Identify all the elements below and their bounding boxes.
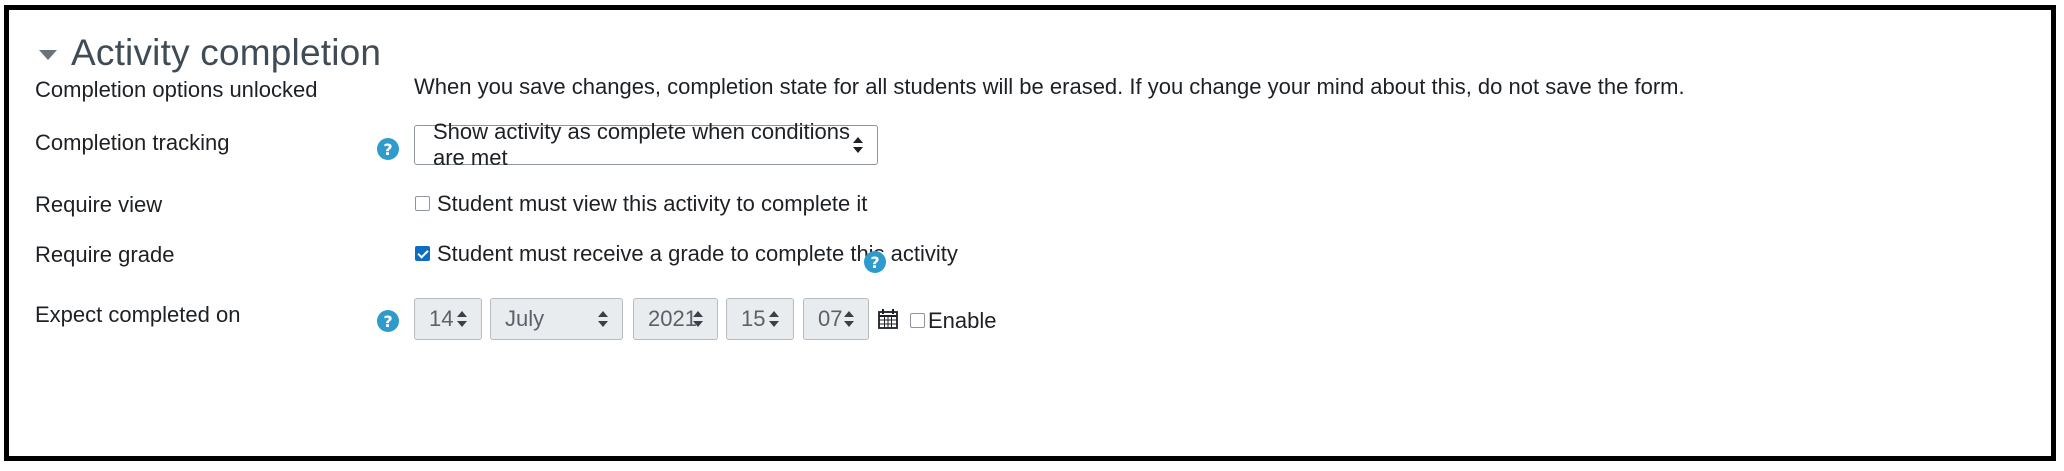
day-value: 14	[429, 306, 454, 331]
year-value: 2021	[648, 306, 697, 331]
select-arrows-icon	[693, 311, 703, 327]
completion-tracking-label: Completion tracking	[35, 130, 230, 155]
completion-tracking-select[interactable]: Show activity as complete when condition…	[414, 119, 878, 170]
completion-tracking-value: Show activity as complete when condition…	[433, 119, 850, 170]
require-view-checkbox-label[interactable]: Student must view this activity to compl…	[437, 191, 867, 217]
select-arrows-icon	[598, 311, 608, 327]
calendar-icon[interactable]	[877, 308, 899, 330]
minute-select[interactable]: 07	[803, 298, 869, 340]
enable-checkbox[interactable]	[910, 313, 925, 328]
section-header[interactable]: Activity completion	[39, 32, 381, 74]
select-arrows-icon	[769, 311, 779, 327]
expect-completed-label: Expect completed on	[35, 302, 241, 327]
unlocked-notice: When you save changes, completion state …	[414, 74, 1685, 99]
year-select[interactable]: 2021	[633, 298, 718, 340]
question-circle-icon[interactable]: ?	[864, 251, 886, 273]
select-arrows-icon	[844, 311, 854, 327]
require-view-label: Require view	[35, 192, 163, 217]
select-arrows-icon	[853, 137, 863, 153]
require-view-checkbox[interactable]	[415, 196, 430, 211]
month-value: July	[505, 306, 545, 331]
select-arrows-icon	[457, 311, 467, 327]
require-grade-checkbox[interactable]	[415, 246, 430, 261]
minute-value: 07	[818, 306, 843, 331]
hour-select[interactable]: 15	[726, 298, 794, 340]
section-title: Activity completion	[71, 32, 382, 73]
caret-down-icon[interactable]	[39, 50, 57, 60]
activity-completion-panel: Activity completion Completion options u…	[4, 5, 2056, 461]
require-grade-label: Require grade	[35, 242, 175, 267]
month-select[interactable]: July	[490, 298, 623, 340]
completion-unlocked-label: Completion options unlocked	[35, 77, 318, 102]
hour-value: 15	[741, 306, 766, 331]
enable-label[interactable]: Enable	[928, 308, 997, 334]
day-select[interactable]: 14	[414, 298, 482, 340]
question-circle-icon[interactable]: ?	[377, 138, 399, 160]
question-circle-icon[interactable]: ?	[377, 310, 399, 332]
